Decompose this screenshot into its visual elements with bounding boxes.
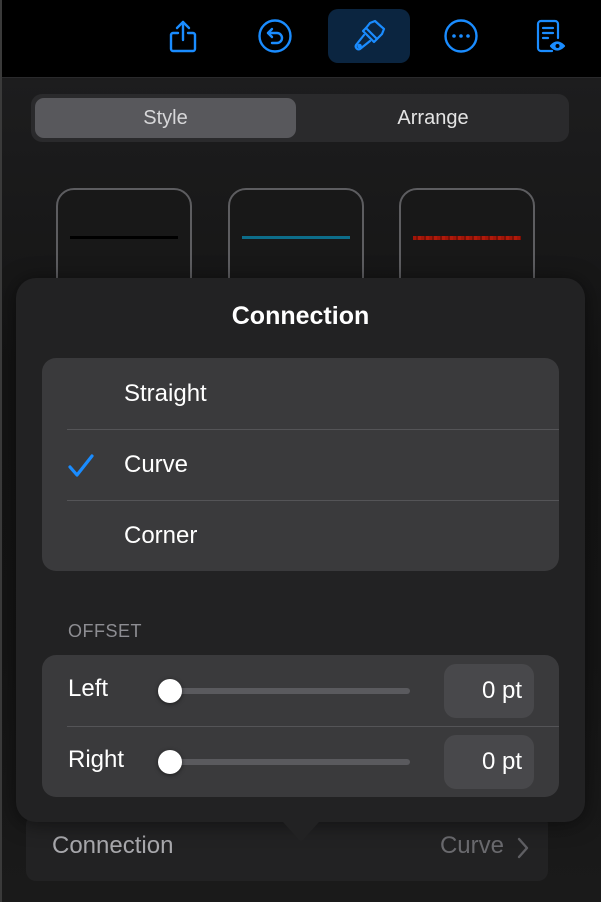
offset-right-value-field[interactable]: 0 pt <box>444 735 534 789</box>
offset-section-label: OFFSET <box>68 621 142 641</box>
offset-left-value-field[interactable]: 0 pt <box>444 664 534 718</box>
reading-view-button[interactable] <box>508 9 590 63</box>
share-icon <box>169 20 197 53</box>
undo-icon <box>258 19 292 53</box>
option-curve[interactable]: Curve <box>42 429 559 500</box>
black-line-preview <box>70 236 178 239</box>
option-label: Straight <box>124 379 207 407</box>
format-button[interactable] <box>328 9 410 63</box>
offset-left-label: Left <box>68 675 109 702</box>
more-icon <box>444 19 478 53</box>
offset-right-label: Right <box>68 746 125 773</box>
teal-line-preview <box>242 236 350 239</box>
option-label: Corner <box>124 521 198 549</box>
popover-title: Connection <box>231 302 370 330</box>
connection-options-list: Straight Curve Corner <box>42 358 559 571</box>
paintbrush-icon <box>354 19 386 51</box>
red-textured-line-preview <box>413 236 521 240</box>
tab-style[interactable]: Style <box>35 98 296 138</box>
connection-row-label: Connection <box>52 832 174 859</box>
offset-right-row: Right 0 pt <box>42 726 559 797</box>
offset-right-slider-thumb[interactable] <box>158 750 182 774</box>
more-button[interactable] <box>420 9 502 63</box>
tab-arrange[interactable]: Arrange <box>301 98 565 138</box>
document-eye-icon <box>536 19 566 53</box>
offset-controls: Left 0 pt Right 0 pt <box>42 655 559 797</box>
popover-arrow <box>283 822 319 842</box>
offset-right-slider-track[interactable] <box>168 759 410 765</box>
share-button[interactable] <box>142 9 224 63</box>
option-corner[interactable]: Corner <box>42 500 559 571</box>
chevron-right-icon <box>517 837 529 859</box>
offset-left-row: Left 0 pt <box>42 655 559 726</box>
style-arrange-segmented-control: Style Arrange <box>31 94 569 142</box>
connection-row-value: Curve <box>439 832 504 859</box>
option-label: Curve <box>124 450 189 478</box>
toolbar <box>0 0 601 78</box>
window-edge <box>0 0 2 902</box>
offset-left-slider-thumb[interactable] <box>158 679 182 703</box>
option-straight[interactable]: Straight <box>42 358 559 429</box>
offset-left-slider-track[interactable] <box>168 688 410 694</box>
checkmark-icon <box>68 454 94 477</box>
undo-button[interactable] <box>234 9 316 63</box>
